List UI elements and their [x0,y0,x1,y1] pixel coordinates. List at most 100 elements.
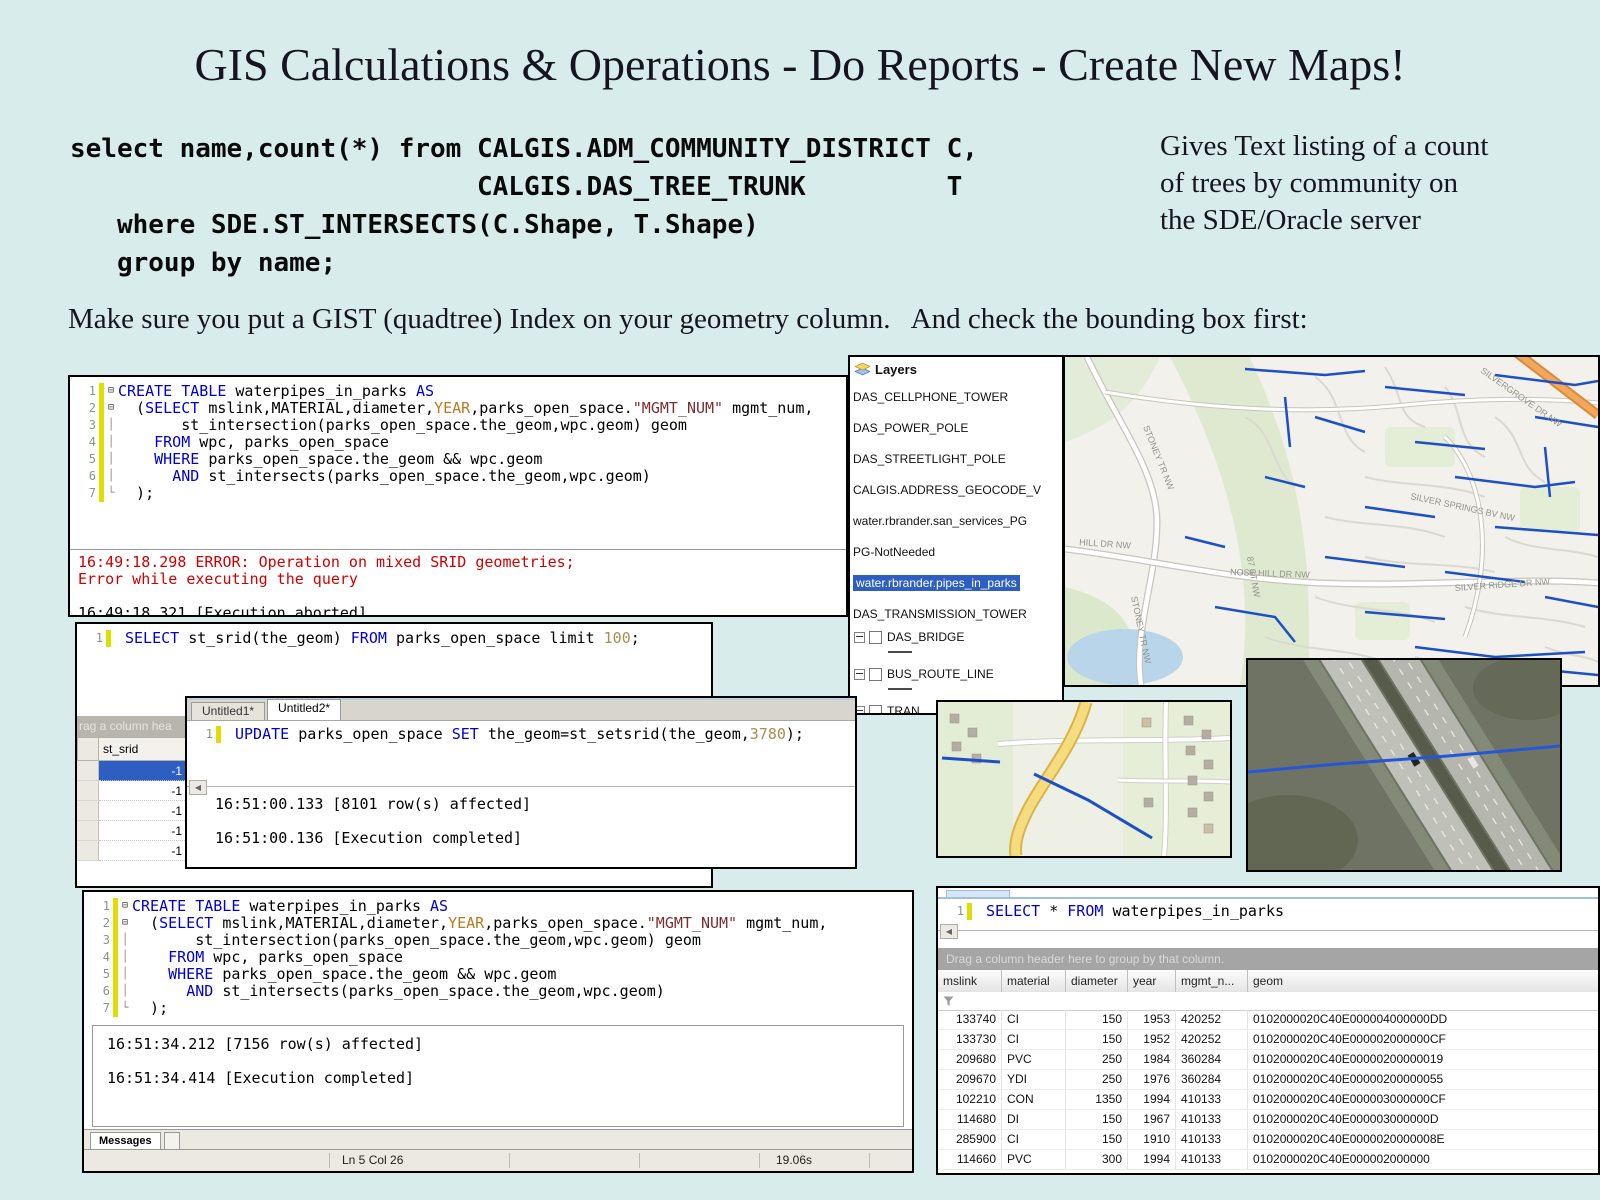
table-cell[interactable]: 114680 [938,1110,1002,1129]
table-cell[interactable]: 150 [1066,1030,1128,1049]
code-line[interactable]: 3│ st_intersection(parks_open_space.the_… [84,932,912,949]
layer-item[interactable]: DAS_STREETLIGHT_POLE [850,443,1062,474]
layer-item[interactable]: DAS_TRANSMISSION_TOWER [850,598,1062,629]
row-selector[interactable] [77,801,99,821]
table-cell[interactable]: 1994 [1128,1090,1176,1109]
table-row[interactable]: 285900CI15019104101330102000020C40E00000… [938,1130,1598,1150]
table-cell[interactable]: 114660 [938,1150,1002,1169]
table-cell[interactable]: 410133 [1176,1130,1248,1149]
layer-item[interactable]: BUS_ROUTE_LINE [850,666,1062,682]
table-cell[interactable]: 250 [1066,1070,1128,1089]
expand-icon[interactable] [854,669,865,680]
sql-code-editor[interactable]: 1SELECT * FROM waterpipes_in_parks [938,899,1598,920]
code-line[interactable]: 5│ WHERE parks_open_space.the_geom && wp… [70,451,846,468]
table-cell[interactable]: YDI [1002,1070,1066,1089]
table-cell[interactable]: 1910 [1128,1130,1176,1149]
table-cell[interactable]: 420252 [1176,1030,1248,1049]
code-line[interactable]: 4│ FROM wpc, parks_open_space [84,949,912,966]
column-header-mgmtn[interactable]: mgmt_n... [1176,970,1248,992]
code-line[interactable]: 7└ ); [84,1000,912,1017]
fold-marker[interactable]: ⊟ [118,915,132,932]
table-cell[interactable]: 410133 [1176,1110,1248,1129]
table-cell[interactable]: 0102000020C40E000002000000 [1248,1150,1598,1169]
layer-checkbox[interactable] [869,705,882,716]
table-cell[interactable]: 133740 [938,1010,1002,1029]
code-line[interactable]: 1SELECT st_srid(the_geom) FROM parks_ope… [77,630,711,647]
layer-item[interactable]: CALGIS.ADDRESS_GEOCODE_V [850,474,1062,505]
layer-checkbox[interactable] [869,668,882,681]
grid-row[interactable]: -1 [77,801,189,821]
street-map-view[interactable]: STONEY TR NW HILL DR NW NOSE HILL DR NW … [1063,355,1600,687]
st-srid-cell[interactable]: -1 [99,761,189,781]
row-selector[interactable] [77,781,99,801]
table-cell[interactable]: 1952 [1128,1030,1176,1049]
tab-untitled1[interactable]: Untitled1* [191,702,265,720]
scroll-left-arrow[interactable]: ◀ [940,924,958,939]
code-line[interactable]: 1SELECT * FROM waterpipes_in_parks [938,903,1598,920]
tab-untitled2[interactable]: Untitled2* [267,699,341,720]
st-srid-cell[interactable]: -1 [99,781,189,801]
st-srid-cell[interactable]: -1 [99,801,189,821]
table-cell[interactable]: CI [1002,1030,1066,1049]
table-cell[interactable]: 209680 [938,1050,1002,1069]
code-line[interactable]: 1UPDATE parks_open_space SET the_geom=st… [187,726,855,743]
table-cell[interactable]: 0102000020C40E00000200000019 [1248,1050,1598,1069]
column-header-material[interactable]: material [1002,970,1066,992]
table-cell[interactable]: 1984 [1128,1050,1176,1069]
layer-item[interactable]: water.rbrander.san_services_PG [850,505,1062,536]
scroll-left-arrow[interactable]: ◀ [189,780,207,795]
table-cell[interactable]: 1953 [1128,1010,1176,1029]
row-selector[interactable] [77,841,99,861]
table-cell[interactable]: 102210 [938,1090,1002,1109]
table-cell[interactable]: 1994 [1128,1150,1176,1169]
table-row[interactable]: 133740CI15019534202520102000020C40E00000… [938,1010,1598,1030]
code-line[interactable]: 2⊟ (SELECT mslink,MATERIAL,diameter,YEAR… [84,915,912,932]
table-cell[interactable]: 150 [1066,1010,1128,1029]
table-cell[interactable]: 300 [1066,1150,1128,1169]
table-cell[interactable]: CI [1002,1010,1066,1029]
sql-code-editor[interactable]: 1SELECT st_srid(the_geom) FROM parks_ope… [77,624,711,647]
code-line[interactable]: 1⊟CREATE TABLE waterpipes_in_parks AS [70,383,846,400]
table-cell[interactable]: PVC [1002,1150,1066,1169]
column-header-st-srid[interactable]: st_srid [99,737,189,761]
table-cell[interactable]: PVC [1002,1050,1066,1069]
table-row[interactable]: 209670YDI25019763602840102000020C40E0000… [938,1070,1598,1090]
aerial-photo-view[interactable] [1246,658,1562,872]
column-header-year[interactable]: year [1128,970,1176,992]
table-cell[interactable]: 0102000020C40E000002000000CF [1248,1030,1598,1049]
table-cell[interactable]: 360284 [1176,1070,1248,1089]
grid-row[interactable]: -1 [77,821,189,841]
code-line[interactable]: 7└ ); [70,485,846,502]
table-cell[interactable]: 0102000020C40E000003000000D [1248,1110,1598,1129]
table-cell[interactable]: 420252 [1176,1010,1248,1029]
code-line[interactable]: 6│ AND st_intersects(parks_open_space.th… [70,468,846,485]
layer-checkbox[interactable] [869,631,882,644]
sql-code-editor[interactable]: 1⊟CREATE TABLE waterpipes_in_parks AS2⊟ … [84,892,912,1017]
table-cell[interactable]: CI [1002,1130,1066,1149]
st-srid-cell[interactable]: -1 [99,841,189,861]
sql-code-editor[interactable]: 1⊟CREATE TABLE waterpipes_in_parks AS2⊟ … [70,377,846,502]
table-cell[interactable]: 150 [1066,1130,1128,1149]
code-line[interactable]: 4│ FROM wpc, parks_open_space [70,434,846,451]
table-cell[interactable]: 410133 [1176,1150,1248,1169]
code-line[interactable]: 2⊟ (SELECT mslink,MATERIAL,diameter,YEAR… [70,400,846,417]
table-cell[interactable]: DI [1002,1110,1066,1129]
messages-tab[interactable]: Messages [90,1132,161,1150]
code-line[interactable]: 3│ st_intersection(parks_open_space.the_… [70,417,846,434]
table-cell[interactable]: 133730 [938,1030,1002,1049]
grid-row[interactable]: -1 [77,841,189,861]
code-line[interactable]: 1⊟CREATE TABLE waterpipes_in_parks AS [84,898,912,915]
table-cell[interactable]: 0102000020C40E00000200000055 [1248,1070,1598,1089]
table-cell[interactable]: 0102000020C40E000004000000DD [1248,1010,1598,1029]
table-cell[interactable]: CON [1002,1090,1066,1109]
table-cell[interactable]: 0102000020C40E0000020000008E [1248,1130,1598,1149]
layer-item[interactable]: DAS_CELLPHONE_TOWER [850,381,1062,412]
table-cell[interactable]: 150 [1066,1110,1128,1129]
layer-item[interactable]: water.rbrander.pipes_in_parks [850,567,1062,598]
sql-code-editor[interactable]: 1UPDATE parks_open_space SET the_geom=st… [187,721,855,743]
table-cell[interactable]: 285900 [938,1130,1002,1149]
row-selector[interactable] [77,821,99,841]
table-cell[interactable]: 410133 [1176,1090,1248,1109]
layer-item[interactable]: DAS_POWER_POLE [850,412,1062,443]
code-line[interactable]: 6│ AND st_intersects(parks_open_space.th… [84,983,912,1000]
